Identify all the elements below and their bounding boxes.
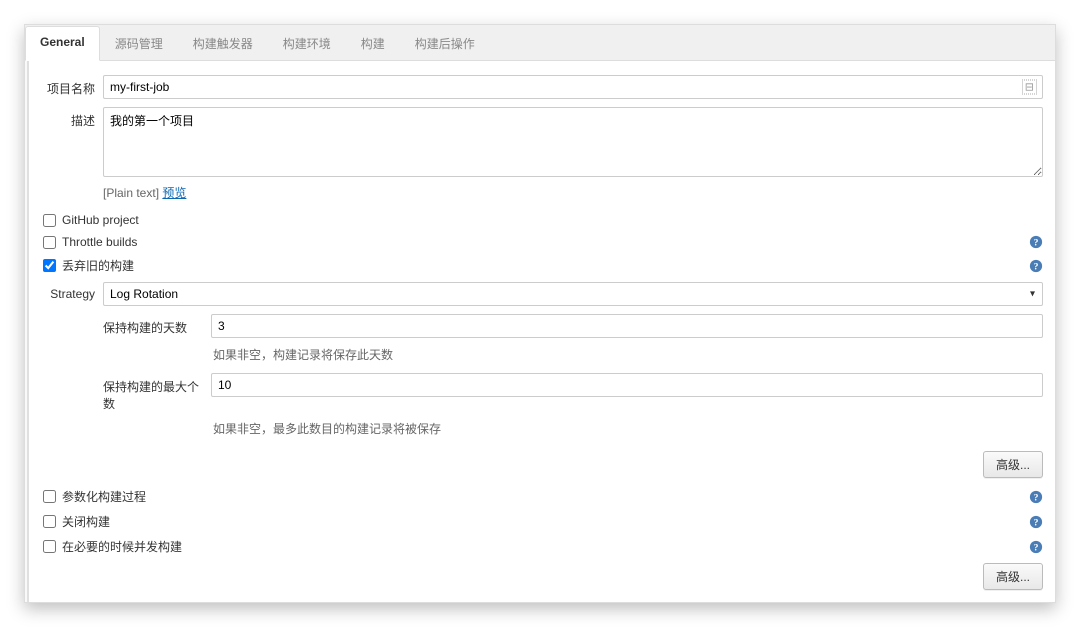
svg-text:?: ? — [1034, 542, 1039, 553]
max-to-keep-input[interactable] — [211, 373, 1043, 397]
label-days-to-keep: 保持构建的天数 — [103, 314, 211, 336]
checkbox-throttle-builds[interactable] — [43, 236, 56, 249]
checkbox-disable[interactable] — [43, 515, 56, 528]
svg-text:?: ? — [1034, 492, 1039, 503]
checkbox-discard-old-builds-label: 丢弃旧的构建 — [62, 257, 134, 274]
tab-scm[interactable]: 源码管理 — [100, 26, 178, 61]
checkbox-throttle-builds-label: Throttle builds — [62, 235, 137, 249]
rename-icon: ⊟ — [1022, 80, 1037, 95]
content-area: 项目名称 ⊟ 描述 [Plain text] 预览 GitHub project… — [27, 61, 1055, 602]
label-description: 描述 — [41, 107, 103, 129]
log-rotation-block: 保持构建的天数 如果非空，构建记录将保存此天数 保持构建的最大个数 如果非空，最… — [103, 314, 1043, 478]
label-max-to-keep: 保持构建的最大个数 — [103, 373, 211, 412]
checkbox-discard-old-builds[interactable] — [43, 259, 56, 272]
svg-text:?: ? — [1034, 238, 1039, 249]
checkbox-disable-label: 关闭构建 — [62, 513, 110, 530]
help-icon[interactable]: ? — [1029, 515, 1043, 529]
svg-text:?: ? — [1034, 517, 1039, 528]
tab-post-build[interactable]: 构建后操作 — [400, 26, 490, 61]
help-icon[interactable]: ? — [1029, 259, 1043, 273]
checkbox-concurrent-label: 在必要的时候并发构建 — [62, 538, 182, 555]
advanced-button-bottom[interactable]: 高级... — [983, 563, 1043, 590]
help-icon[interactable]: ? — [1029, 490, 1043, 504]
days-to-keep-input[interactable] — [211, 314, 1043, 338]
tab-general[interactable]: General — [25, 26, 100, 61]
checkbox-github-project[interactable] — [43, 214, 56, 227]
hint-max-to-keep: 如果非空，最多此数目的构建记录将被保存 — [211, 414, 1043, 447]
advanced-button[interactable]: 高级... — [983, 451, 1043, 478]
tab-build[interactable]: 构建 — [346, 26, 400, 61]
project-name-input[interactable] — [103, 75, 1043, 99]
checkbox-concurrent[interactable] — [43, 540, 56, 553]
label-strategy: Strategy — [41, 282, 103, 301]
svg-text:?: ? — [1034, 261, 1039, 272]
strategy-select[interactable]: Log Rotation — [103, 282, 1043, 306]
checkbox-parameterized[interactable] — [43, 490, 56, 503]
tab-bar: General 源码管理 构建触发器 构建环境 构建 构建后操作 — [25, 25, 1055, 61]
preview-link[interactable]: 预览 — [162, 186, 186, 200]
hint-days-to-keep: 如果非空，构建记录将保存此天数 — [211, 340, 1043, 373]
checkbox-parameterized-label: 参数化构建过程 — [62, 488, 146, 505]
tab-env[interactable]: 构建环境 — [268, 26, 346, 61]
help-icon[interactable]: ? — [1029, 540, 1043, 554]
help-icon[interactable]: ? — [1029, 235, 1043, 249]
config-panel: General 源码管理 构建触发器 构建环境 构建 构建后操作 项目名称 ⊟ … — [24, 24, 1056, 603]
plaintext-label: [Plain text] — [103, 186, 159, 200]
tab-triggers[interactable]: 构建触发器 — [178, 26, 268, 61]
description-textarea[interactable] — [103, 107, 1043, 177]
label-project-name: 项目名称 — [41, 75, 103, 97]
checkbox-github-project-label: GitHub project — [62, 213, 139, 227]
